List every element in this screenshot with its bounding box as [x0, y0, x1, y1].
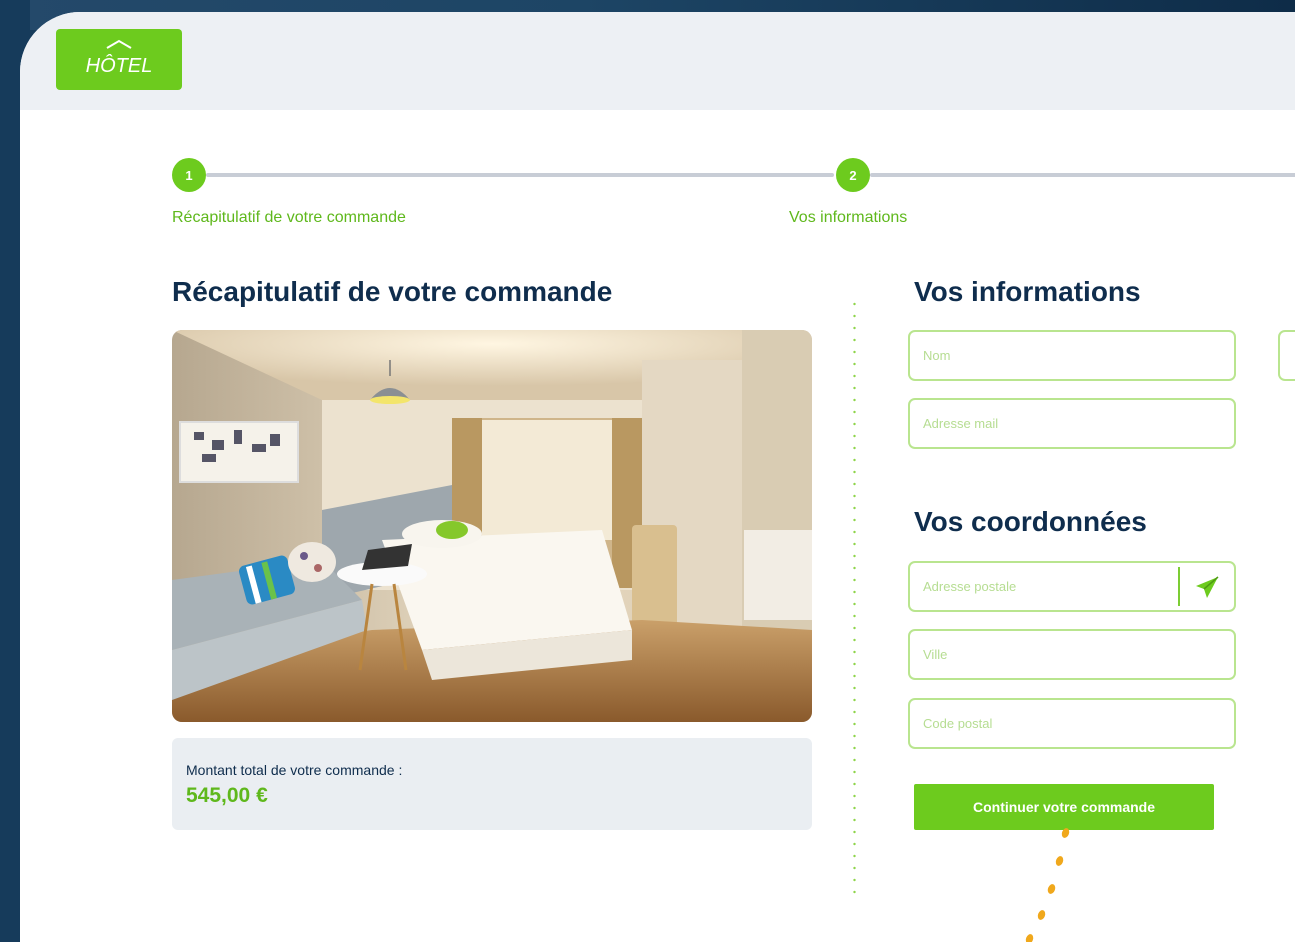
header-bar: HÔTEL — [20, 12, 1295, 110]
step-connector-1 — [206, 173, 834, 177]
step-2-label[interactable]: Vos informations — [789, 209, 907, 227]
summary-title: Récapitulatif de votre commande — [172, 276, 613, 307]
first-name-input[interactable] — [1280, 332, 1295, 379]
step-1-number: 1 — [185, 167, 193, 183]
roof-icon — [106, 39, 132, 49]
step-2-number: 2 — [849, 167, 857, 183]
step-1-circle[interactable]: 1 — [172, 158, 206, 192]
field-separator — [1178, 567, 1180, 606]
hotel-logo[interactable]: HÔTEL — [56, 29, 182, 90]
order-total-label: Montant total de votre commande : — [186, 762, 403, 778]
step-2-circle[interactable]: 2 — [836, 158, 870, 192]
decorative-dot — [1054, 855, 1065, 867]
address-section-title: Vos coordonnées — [914, 506, 1147, 537]
email-input[interactable] — [910, 400, 1234, 447]
step-connector-2 — [870, 173, 1295, 177]
paper-plane-glyph — [1196, 576, 1219, 598]
zip-input[interactable] — [910, 700, 1234, 747]
street-field[interactable] — [908, 561, 1236, 612]
first-name-field[interactable] — [1278, 330, 1295, 381]
step-1-label[interactable]: Récapitulatif de votre commande — [172, 209, 406, 227]
hotel-room-photo — [172, 330, 812, 722]
city-input[interactable] — [910, 631, 1234, 678]
zip-field[interactable] — [908, 698, 1236, 749]
page-card: HÔTEL 1 2 Récapitulatif de votre command… — [20, 12, 1295, 942]
name-input[interactable] — [910, 332, 1234, 379]
order-total-box: Montant total de votre commande : 545,00… — [172, 738, 812, 830]
decorative-dot — [1046, 883, 1057, 895]
decorative-dot — [1024, 933, 1035, 942]
continue-order-button[interactable]: Continuer votre commande — [914, 784, 1214, 830]
street-input[interactable] — [910, 563, 1234, 610]
hotel-logo-mark: HÔTEL — [86, 39, 153, 77]
room-illustration — [172, 330, 812, 722]
email-field[interactable] — [908, 398, 1236, 449]
name-field[interactable] — [908, 330, 1236, 381]
city-field[interactable] — [908, 629, 1236, 680]
column-divider — [853, 298, 856, 898]
logo-text: HÔTEL — [86, 54, 153, 77]
order-total-value: 545,00 € — [186, 784, 268, 807]
info-section-title: Vos informations — [914, 276, 1141, 307]
paper-plane-icon[interactable] — [1192, 573, 1222, 603]
decorative-dot — [1036, 909, 1047, 921]
